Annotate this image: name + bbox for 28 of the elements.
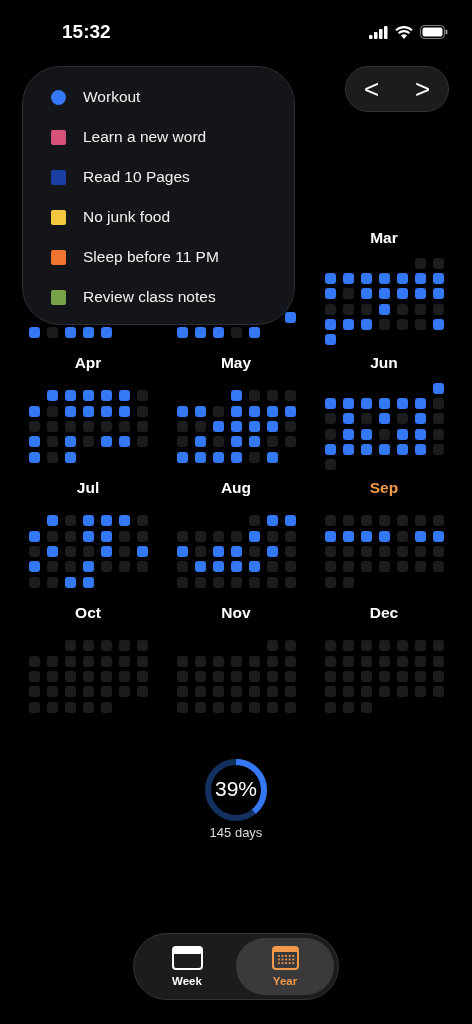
month-label: Jul xyxy=(76,478,100,498)
wifi-icon xyxy=(395,25,413,39)
month-label: Nov xyxy=(221,603,251,623)
habit-label[interactable]: Review class notes xyxy=(83,288,216,306)
calendar-icon xyxy=(271,946,299,970)
month-label: Mar xyxy=(370,228,398,248)
habit-label[interactable]: No junk food xyxy=(83,208,171,226)
month-label: Apr xyxy=(74,353,102,373)
view-tab[interactable]: Year xyxy=(236,938,334,995)
month-label: Aug xyxy=(220,478,252,498)
battery-icon xyxy=(420,25,448,39)
month-label: May xyxy=(220,353,252,373)
month-label: Sep xyxy=(369,478,399,498)
view-tab[interactable]: Week xyxy=(138,938,236,995)
habit-label[interactable]: Sleep before 11 PM xyxy=(83,248,219,266)
signal-icon xyxy=(369,25,388,39)
habit-label[interactable]: Read 10 Pages xyxy=(83,168,190,186)
habit-label[interactable]: Workout xyxy=(83,88,141,106)
days-count: 145 days xyxy=(209,825,263,840)
percent-text: 39% xyxy=(214,777,258,801)
month-label: Oct xyxy=(75,603,101,623)
month-label: Jun xyxy=(370,353,398,373)
next-button[interactable]: > xyxy=(408,76,437,102)
previous-button[interactable]: < xyxy=(357,76,386,102)
clock-time: 15:32 xyxy=(62,21,111,43)
window-icon xyxy=(171,946,203,970)
habit-label[interactable]: Learn a new word xyxy=(83,128,207,146)
month-label: Dec xyxy=(369,603,399,623)
